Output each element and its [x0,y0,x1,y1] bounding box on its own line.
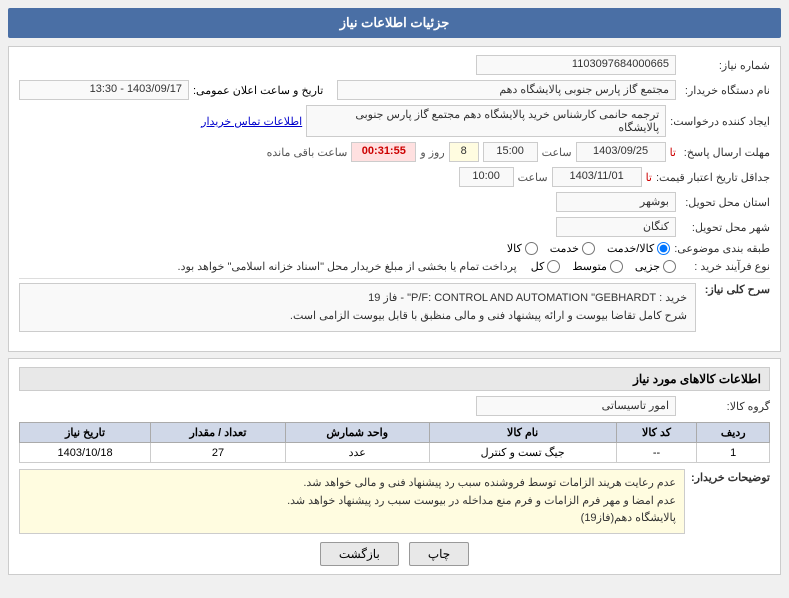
serh-label: سرح کلی نیاز: [700,283,770,296]
cell-vahed: عدد [285,443,429,463]
farayand-note: پرداخت تمام یا بخشی از مبلغ خریدار محل "… [178,260,517,273]
tabaghebandi-label: طبقه بندی موضوعی: [674,242,770,255]
notes-line3: پالایشگاه دهم(فاز19) [28,510,676,528]
notes-line2: عدم امضا و مهر فرم الزامات و فرم منع مدا… [28,493,676,511]
shahr-label: شهر محل تحویل: [680,221,770,234]
items-table: ردیف کد کالا نام کالا واحد شمارش تعداد /… [19,422,770,463]
tarikh-saat-value: 1403/09/17 - 13:30 [19,80,189,100]
ijad-konande-label: ایجاد کننده درخواست: [670,115,770,128]
bottom-buttons: چاپ بازگشت [19,542,770,566]
table-row: 1 -- جیگ تست و کنترل عدد 27 1403/10/18 [20,443,770,463]
tabaghebandi-options: کالا/خدمت خدمت کالا [507,242,670,255]
serh-line1: خرید : P/F: CONTROL AND AUTOMATION "GEBH… [28,290,687,308]
col-kod: کد کالا [616,423,697,443]
notes-label: توضیحات خریدار: [691,469,770,484]
nam-dastgah-label: نام دستگاه خریدار: [680,84,770,97]
shahr-value: کنگان [556,217,676,237]
notes-line1: عدم رعایت هریند الزامات توسط فروشنده سبب… [28,475,676,493]
ostan-value: بوشهر [556,192,676,212]
kala-info-title: اطلاعات کالاهای مورد نیاز [19,367,770,391]
radio-kol[interactable]: کل [531,260,561,273]
radio-jozei[interactable]: جزیی [635,260,676,273]
serh-line2: شرح کامل تقاضا بیوست و ارائه پیشنهاد فنی… [28,308,687,326]
col-radif: ردیف [697,423,770,443]
mohlat-date: 1403/09/25 [576,142,666,162]
serh-content: خرید : P/F: CONTROL AND AUTOMATION "GEBH… [19,283,696,332]
mohlat-ta: تا [670,146,676,159]
col-vahed: واحد شمارش [285,423,429,443]
ijad-konande-value: ترجمه حانمی کارشناس خرید پالایشگاه دهم م… [306,105,666,137]
jadval-time: 10:00 [459,167,514,187]
radio-kala[interactable]: کالا [507,242,538,255]
col-nam: نام کالا [429,423,616,443]
bazgasht-button[interactable]: بازگشت [320,542,399,566]
col-tarikh: تاریخ نیاز [20,423,151,443]
saat-label1: ساعت [542,146,572,159]
cell-radif: 1 [697,443,770,463]
jadval-ta: تا [646,171,652,184]
ostan-label: استان محل تحویل: [680,196,770,209]
radio-motevaset[interactable]: متوسط [572,260,623,273]
notes-content: عدم رعایت هریند الزامات توسط فروشنده سبب… [19,469,685,534]
gorohe-kala-label: گروه کالا: [680,400,770,413]
radio-khedmat[interactable]: خدمت [550,242,595,255]
rooz-value: 8 [449,142,479,162]
jadval-label: جداقل تاریخ اعتبار قیمت: [656,171,770,184]
col-tedad: تعداد / مقدار [151,423,286,443]
cell-tarikh: 1403/10/18 [20,443,151,463]
rooz-label: روز و [420,146,444,159]
saat-mande-label: ساعت باقی مانده [267,146,348,159]
mohlat-label: مهلت ارسال پاسخ: [680,146,770,159]
shomare-niaz-label: شماره نیاز: [680,59,770,72]
no-farayand-label: نوع فرآیند خرید : [680,260,770,273]
chap-button[interactable]: چاپ [409,542,469,566]
tarikh-saat-label: تاریخ و ساعت اعلان عمومی: [193,84,323,97]
ettelaat-tamas-link[interactable]: اطلاعات تماس خریدار [201,115,302,128]
radio-kala-khedmat[interactable]: کالا/خدمت [607,242,670,255]
notes-section: توضیحات خریدار: عدم رعایت هریند الزامات … [19,469,770,534]
gorohe-kala-value: امور تاسیساتی [476,396,676,416]
nam-dastgah-value: مجتمع گاز پارس جنوبی پالایشگاه دهم [337,80,676,100]
jadval-date: 1403/11/01 [552,167,642,187]
saat-label2: ساعت [518,171,548,184]
cell-tedad: 27 [151,443,286,463]
mohlat-time: 15:00 [483,142,538,162]
cell-kod: -- [616,443,697,463]
shomare-niaz-value: 1103097684000665 [476,55,676,75]
countdown-value: 00:31:55 [351,142,416,162]
cell-nam: جیگ تست و کنترل [429,443,616,463]
page-title: جزئیات اطلاعات نیاز [8,8,781,38]
no-farayand-options: جزیی متوسط کل [531,260,676,273]
